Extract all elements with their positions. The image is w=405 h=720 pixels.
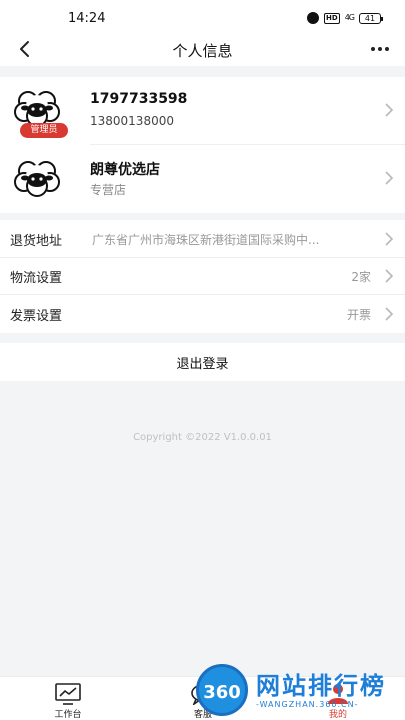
admin-badge: 管理员 bbox=[20, 123, 68, 138]
chevron-right-icon bbox=[385, 232, 394, 246]
logistics-settings-row[interactable]: 物流设置 2家 bbox=[0, 257, 405, 295]
page-title: 个人信息 bbox=[172, 42, 233, 60]
logout-card: 退出登录 bbox=[0, 343, 405, 381]
monitor-icon bbox=[55, 683, 81, 705]
store-row[interactable]: 朗尊优选店 专营店 bbox=[0, 145, 405, 213]
copyright-text: Copyright ©2022 V1.0.0.01 bbox=[133, 432, 272, 443]
chevron-right-icon bbox=[385, 307, 394, 321]
store-type: 专营店 bbox=[90, 183, 127, 197]
setting-label: 物流设置 bbox=[10, 271, 63, 286]
signal-icon: 4G bbox=[344, 13, 355, 22]
nav-bar: 个人信息 bbox=[0, 34, 405, 66]
user-row[interactable]: 管理员 1797733598 13800138000 bbox=[0, 77, 405, 145]
status-time: 14:24 bbox=[68, 11, 106, 26]
tab-workbench[interactable]: 工作台 bbox=[28, 681, 108, 720]
logout-button[interactable]: 退出登录 bbox=[0, 353, 405, 372]
watermark-title: 网站排行榜 bbox=[256, 672, 386, 700]
user-name: 1797733598 bbox=[90, 91, 188, 107]
chevron-right-icon bbox=[385, 103, 394, 117]
sheep-avatar-icon bbox=[14, 161, 60, 197]
setting-value: 开票 bbox=[346, 308, 371, 322]
setting-label: 发票设置 bbox=[10, 309, 63, 324]
alarm-icon bbox=[307, 12, 320, 24]
account-card: 管理员 1797733598 13800138000 朗尊优选店 专营店 bbox=[0, 77, 405, 213]
setting-value: 2家 bbox=[351, 270, 371, 284]
settings-card: 退货地址 广东省广州市海珠区新港街道国际采购中... 物流设置 2家 发票设置 … bbox=[0, 220, 405, 333]
status-bar: 14:24 HD 4G 41 bbox=[0, 0, 405, 34]
return-address-row[interactable]: 退货地址 广东省广州市海珠区新港街道国际采购中... bbox=[0, 220, 405, 258]
tab-label: 工作台 bbox=[54, 710, 82, 720]
setting-label: 退货地址 bbox=[10, 234, 63, 249]
battery-icon: 41 bbox=[359, 12, 383, 24]
user-phone: 13800138000 bbox=[90, 114, 174, 128]
hd-icon: HD bbox=[324, 12, 340, 24]
watermark-logo: 360 bbox=[196, 664, 248, 716]
watermark: 360 网站排行榜 -WANGZHAN.360.CN- bbox=[196, 660, 404, 720]
watermark-subtitle: -WANGZHAN.360.CN- bbox=[256, 700, 359, 709]
more-icon[interactable] bbox=[369, 38, 391, 60]
chevron-right-icon bbox=[385, 269, 394, 283]
chevron-right-icon bbox=[385, 171, 394, 185]
setting-value: 广东省广州市海珠区新港街道国际采购中... bbox=[92, 233, 320, 247]
status-icons: HD 4G 41 bbox=[307, 12, 383, 24]
store-name: 朗尊优选店 bbox=[90, 162, 160, 178]
invoice-settings-row[interactable]: 发票设置 开票 bbox=[0, 295, 405, 332]
